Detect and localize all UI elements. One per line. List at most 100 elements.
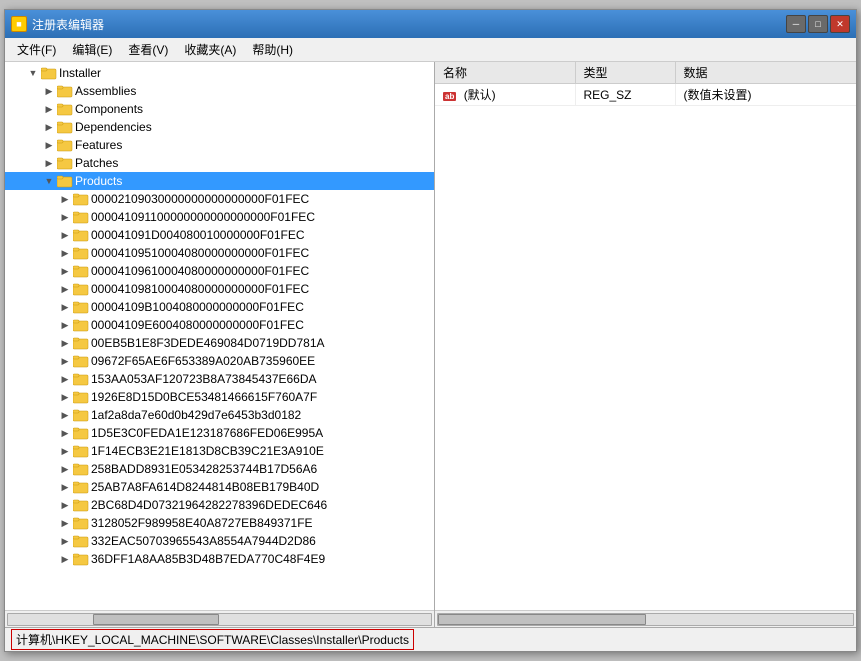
dependencies-label: Dependencies bbox=[75, 120, 152, 134]
expand-k13[interactable]: ▶ bbox=[57, 407, 73, 423]
restore-button[interactable]: □ bbox=[808, 15, 828, 33]
right-hscroll-thumb[interactable] bbox=[438, 614, 646, 625]
menu-bar: 文件(F) 编辑(E) 查看(V) 收藏夹(A) 帮助(H) bbox=[5, 38, 856, 62]
expand-products[interactable]: ▼ bbox=[41, 173, 57, 189]
expand-k16[interactable]: ▶ bbox=[57, 461, 73, 477]
expand-k19[interactable]: ▶ bbox=[57, 515, 73, 531]
folder-icon-k14 bbox=[73, 426, 89, 440]
tree-node-k5[interactable]: ▶ 00004109610004080000000000F01FEC bbox=[5, 262, 434, 280]
tree-node-k17[interactable]: ▶ 25AB7A8FA614D8244814B08EB179B40D bbox=[5, 478, 434, 496]
folder-icon-k12 bbox=[73, 390, 89, 404]
expand-patches[interactable]: ▶ bbox=[41, 155, 57, 171]
col-header-type[interactable]: 类型 bbox=[575, 62, 675, 84]
tree-scroll[interactable]: ▼ Installer ▶ Assemblies bbox=[5, 62, 434, 610]
expand-k1[interactable]: ▶ bbox=[57, 191, 73, 207]
tree-node-k4[interactable]: ▶ 00004109510004080000000000F01FEC bbox=[5, 244, 434, 262]
tree-node-components[interactable]: ▶ Components bbox=[5, 100, 434, 118]
k11-label: 153AA053AF120723B8A73845437E66DA bbox=[91, 372, 317, 386]
k8-label: 00004109E6004080000000000F01FEC bbox=[91, 318, 304, 332]
col-header-name[interactable]: 名称 bbox=[435, 62, 575, 84]
menu-help[interactable]: 帮助(H) bbox=[244, 39, 301, 60]
table-row[interactable]: ab (默认) REG_SZ (数值未设置) bbox=[435, 84, 856, 106]
expand-k20[interactable]: ▶ bbox=[57, 533, 73, 549]
expand-k15[interactable]: ▶ bbox=[57, 443, 73, 459]
tree-node-products[interactable]: ▼ Products bbox=[5, 172, 434, 190]
k6-label: 00004109810004080000000000F01FEC bbox=[91, 282, 309, 296]
tree-node-k10[interactable]: ▶ 09672F65AE6F653389A020AB735960EE bbox=[5, 352, 434, 370]
left-hscroll-thumb[interactable] bbox=[93, 614, 220, 625]
folder-icon-k20 bbox=[73, 534, 89, 548]
tree-node-k21[interactable]: ▶ 36DFF1A8AA85B3D48B7EDA770C48F4E9 bbox=[5, 550, 434, 568]
title-bar-left: ■ 注册表编辑器 bbox=[11, 16, 104, 33]
tree-node-features[interactable]: ▶ Features bbox=[5, 136, 434, 154]
expand-k10[interactable]: ▶ bbox=[57, 353, 73, 369]
tree-node-k14[interactable]: ▶ 1D5E3C0FEDA1E123187686FED06E995A bbox=[5, 424, 434, 442]
folder-icon-k11 bbox=[73, 372, 89, 386]
expand-k6[interactable]: ▶ bbox=[57, 281, 73, 297]
tree-node-k2[interactable]: ▶ 000041091100000000000000000F01FEC bbox=[5, 208, 434, 226]
patches-label: Patches bbox=[75, 156, 118, 170]
expand-k11[interactable]: ▶ bbox=[57, 371, 73, 387]
menu-edit[interactable]: 编辑(E) bbox=[64, 39, 120, 60]
col-header-data[interactable]: 数据 bbox=[675, 62, 856, 84]
expand-k2[interactable]: ▶ bbox=[57, 209, 73, 225]
assemblies-label: Assemblies bbox=[75, 84, 136, 98]
expand-k4[interactable]: ▶ bbox=[57, 245, 73, 261]
tree-node-k12[interactable]: ▶ 1926E8D15D0BCE53481466615F760A7F bbox=[5, 388, 434, 406]
expand-k12[interactable]: ▶ bbox=[57, 389, 73, 405]
tree-node-k1[interactable]: ▶ 00002109030000000000000000F01FEC bbox=[5, 190, 434, 208]
status-path: 计算机\HKEY_LOCAL_MACHINE\SOFTWARE\Classes\… bbox=[11, 629, 414, 650]
folder-icon-k6 bbox=[73, 282, 89, 296]
expand-assemblies[interactable]: ▶ bbox=[41, 83, 57, 99]
close-button[interactable]: ✕ bbox=[830, 15, 850, 33]
k12-label: 1926E8D15D0BCE53481466615F760A7F bbox=[91, 390, 317, 404]
tree-node-k15[interactable]: ▶ 1F14ECB3E21E1813D8CB39C21E3A910E bbox=[5, 442, 434, 460]
folder-icon-k9 bbox=[73, 336, 89, 350]
tree-node-k6[interactable]: ▶ 00004109810004080000000000F01FEC bbox=[5, 280, 434, 298]
tree-node-k20[interactable]: ▶ 332EAC50703965543A8554A7944D2D86 bbox=[5, 532, 434, 550]
folder-icon-k8 bbox=[73, 318, 89, 332]
tree-node-k16[interactable]: ▶ 258BADD8931E053428253744B17D56A6 bbox=[5, 460, 434, 478]
expand-dependencies[interactable]: ▶ bbox=[41, 119, 57, 135]
tree-node-k18[interactable]: ▶ 2BC68D4D07321964282278396DEDEC646 bbox=[5, 496, 434, 514]
expand-components[interactable]: ▶ bbox=[41, 101, 57, 117]
tree-node-installer[interactable]: ▼ Installer bbox=[5, 64, 434, 82]
k10-label: 09672F65AE6F653389A020AB735960EE bbox=[91, 354, 315, 368]
tree-node-k8[interactable]: ▶ 00004109E6004080000000000F01FEC bbox=[5, 316, 434, 334]
expand-k8[interactable]: ▶ bbox=[57, 317, 73, 333]
tree-node-dependencies[interactable]: ▶ Dependencies bbox=[5, 118, 434, 136]
folder-icon-k7 bbox=[73, 300, 89, 314]
menu-favorites[interactable]: 收藏夹(A) bbox=[176, 39, 244, 60]
right-scroll[interactable]: 名称 类型 数据 ab (默认) REG_SZ (数值未设置) bbox=[435, 62, 856, 610]
menu-view[interactable]: 查看(V) bbox=[120, 39, 176, 60]
k9-label: 00EB5B1E8F3DEDE469084D0719DD781A bbox=[91, 336, 325, 350]
expand-k7[interactable]: ▶ bbox=[57, 299, 73, 315]
expand-features[interactable]: ▶ bbox=[41, 137, 57, 153]
left-hscroll[interactable] bbox=[5, 610, 434, 627]
expand-k17[interactable]: ▶ bbox=[57, 479, 73, 495]
expand-installer[interactable]: ▼ bbox=[25, 65, 41, 81]
entry-type: REG_SZ bbox=[575, 84, 675, 106]
folder-icon-k19 bbox=[73, 516, 89, 530]
tree-node-patches[interactable]: ▶ Patches bbox=[5, 154, 434, 172]
menu-file[interactable]: 文件(F) bbox=[9, 39, 64, 60]
k7-label: 00004109B1004080000000000F01FEC bbox=[91, 300, 304, 314]
expand-k14[interactable]: ▶ bbox=[57, 425, 73, 441]
tree-node-k19[interactable]: ▶ 3128052F989958E40A8727EB849371FE bbox=[5, 514, 434, 532]
expand-k5[interactable]: ▶ bbox=[57, 263, 73, 279]
expand-k9[interactable]: ▶ bbox=[57, 335, 73, 351]
expand-k18[interactable]: ▶ bbox=[57, 497, 73, 513]
expand-k21[interactable]: ▶ bbox=[57, 551, 73, 567]
folder-icon-k3 bbox=[73, 228, 89, 242]
tree-node-k9[interactable]: ▶ 00EB5B1E8F3DEDE469084D0719DD781A bbox=[5, 334, 434, 352]
tree-node-assemblies[interactable]: ▶ Assemblies bbox=[5, 82, 434, 100]
features-label: Features bbox=[75, 138, 122, 152]
right-hscroll[interactable] bbox=[435, 610, 856, 627]
minimize-button[interactable]: ─ bbox=[786, 15, 806, 33]
tree-node-k13[interactable]: ▶ 1af2a8da7e60d0b429d7e6453b3d0182 bbox=[5, 406, 434, 424]
tree-node-k3[interactable]: ▶ 000041091D004080010000000F01FEC bbox=[5, 226, 434, 244]
expand-k3[interactable]: ▶ bbox=[57, 227, 73, 243]
main-window: ■ 注册表编辑器 ─ □ ✕ 文件(F) 编辑(E) 查看(V) 收藏夹(A) … bbox=[4, 9, 857, 652]
tree-node-k7[interactable]: ▶ 00004109B1004080000000000F01FEC bbox=[5, 298, 434, 316]
tree-node-k11[interactable]: ▶ 153AA053AF120723B8A73845437E66DA bbox=[5, 370, 434, 388]
